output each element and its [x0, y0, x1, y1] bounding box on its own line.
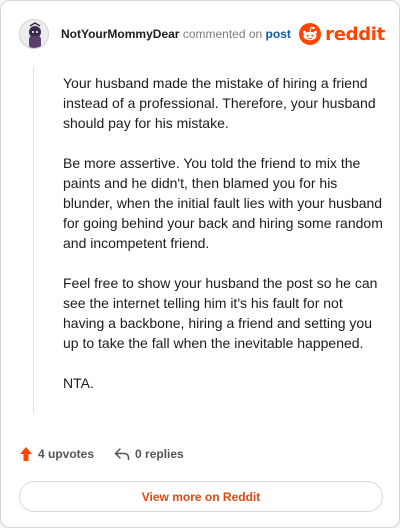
comment-paragraph: NTA.: [63, 375, 94, 391]
view-more-button[interactable]: View more on Reddit: [19, 481, 383, 512]
comment-paragraph: Feel free to show your husband the post …: [63, 275, 378, 351]
thread-line: [33, 67, 34, 413]
reddit-wordmark: reddit: [325, 23, 385, 45]
comment-paragraph: Your husband made the mistake of hiring …: [63, 75, 376, 131]
reddit-logo[interactable]: reddit: [299, 23, 385, 45]
comment-header: NotYourMommyDear commented on post reddi…: [19, 19, 385, 49]
commented-on-text: commented on: [182, 27, 263, 41]
post-link[interactable]: post: [266, 27, 291, 41]
username-link[interactable]: NotYourMommyDear: [61, 27, 179, 41]
reddit-logo-icon: [299, 23, 322, 45]
avatar[interactable]: [19, 19, 49, 49]
comment-meta: NotYourMommyDear commented on post: [61, 26, 299, 42]
reddit-embed-card: NotYourMommyDear commented on post reddi…: [0, 0, 400, 528]
reply-icon: [114, 448, 130, 461]
comment-actions: 4 upvotes 0 replies: [19, 446, 184, 462]
upvote-arrow-icon: [20, 447, 32, 461]
upvote-count: 4 upvotes: [38, 447, 95, 461]
comment-body: Your husband made the mistake of hiring …: [63, 73, 383, 413]
reply-count: 0 replies: [135, 447, 184, 461]
upvote-button[interactable]: 4 upvotes: [19, 446, 94, 462]
reply-button[interactable]: 0 replies: [114, 447, 184, 461]
comment-paragraph: Be more assertive. You told the friend t…: [63, 155, 383, 251]
